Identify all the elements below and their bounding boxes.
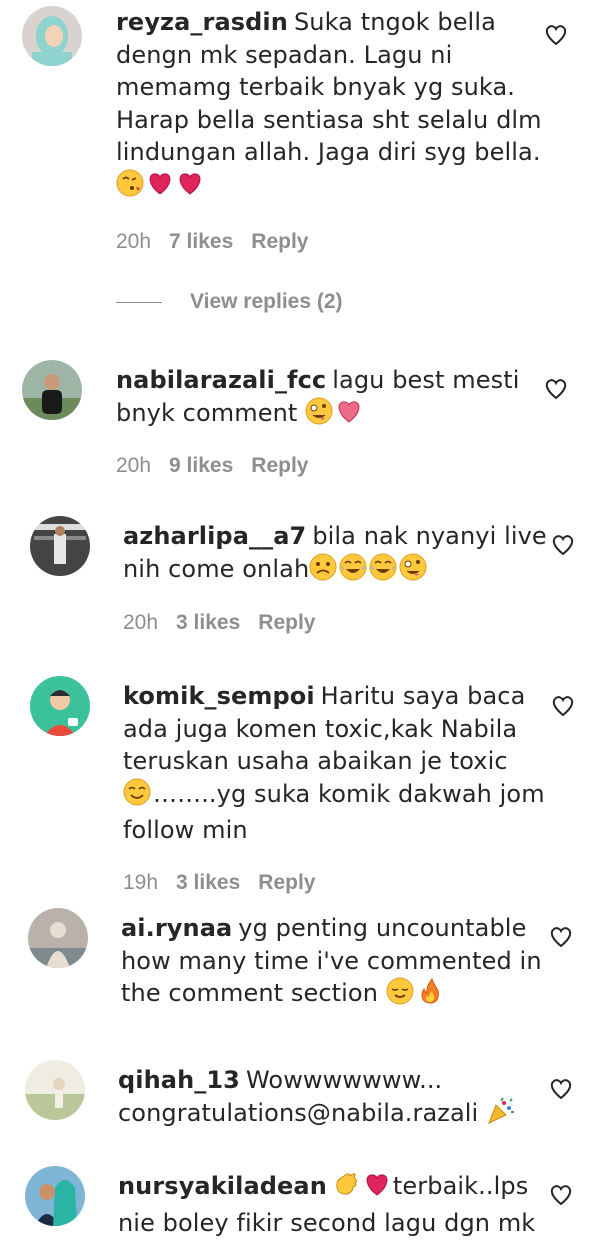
comment-text: follow min: [123, 816, 248, 844]
scroll-clip: [0, 1040, 613, 1048]
clapping-hands-emoji: [333, 1170, 361, 1207]
username[interactable]: nursyakiladean: [118, 1172, 327, 1200]
reply-button[interactable]: Reply: [258, 871, 315, 894]
likes-count[interactable]: 9 likes: [169, 454, 233, 477]
comment-text: ……..yg suka komik dakwah jom: [153, 779, 545, 808]
avatar[interactable]: [22, 6, 82, 66]
tears-of-joy-emoji: [339, 553, 367, 590]
party-popper-emoji: [486, 1096, 515, 1134]
comment-text: dengn mk sepadan. Lagu ni: [116, 40, 453, 69]
avatar-image: [22, 360, 82, 420]
avatar[interactable]: [28, 908, 88, 968]
comment-time: 20h: [116, 454, 152, 477]
like-heart-icon[interactable]: [548, 925, 574, 949]
avatar[interactable]: [25, 1060, 85, 1120]
like-heart-icon[interactable]: [550, 694, 576, 718]
comment-text: ada juga komen toxic,kak Nabila: [123, 714, 518, 743]
like-heart-icon[interactable]: [548, 1077, 574, 1101]
view-replies-button[interactable]: View replies (2): [116, 290, 343, 320]
avatar-image: [22, 6, 82, 66]
like-heart-icon[interactable]: [543, 23, 569, 47]
avatar[interactable]: [30, 516, 90, 576]
comment-text: terbaik..lps: [392, 1172, 529, 1200]
comment-text: teruskan usaha abaikan je toxic: [123, 747, 508, 775]
fire-emoji: [416, 977, 444, 1014]
username[interactable]: ai.rynaa: [121, 914, 232, 942]
comment-text: how many time i've commented in: [121, 946, 542, 975]
reply-button[interactable]: Reply: [251, 230, 308, 253]
like-heart-icon[interactable]: [548, 1183, 574, 1207]
zany-face-emoji: [305, 397, 333, 434]
comment-text: yg penting uncountable: [238, 914, 527, 942]
username[interactable]: nabilarazali_fcc: [116, 366, 326, 394]
comment-text: Wowwwwwww...: [245, 1066, 443, 1094]
avatar-image: [30, 676, 90, 736]
comment-text: lindungan allah. Jaga diri syg bella.: [116, 138, 541, 166]
avatar[interactable]: [22, 360, 82, 420]
likes-count[interactable]: 3 likes: [176, 871, 240, 894]
avatar-image: [25, 1166, 85, 1226]
username[interactable]: qihah_13: [118, 1066, 240, 1094]
comment-text: Suka tngok bella: [293, 8, 496, 36]
comment-text: memamg terbaik bnyak yg suka.: [116, 73, 516, 101]
red-heart-emoji: [146, 169, 174, 206]
view-replies-label: View replies (2): [190, 290, 343, 313]
comment-text: bnyk comment: [116, 398, 298, 427]
comment-text: bila nak nyanyi live: [312, 522, 547, 550]
likes-count[interactable]: 7 likes: [169, 230, 233, 253]
username[interactable]: azharlipa__a7: [123, 522, 306, 550]
comment-text: nie boley fikir second lagu dgn mk: [118, 1208, 536, 1237]
red-heart-emoji: [176, 169, 204, 206]
comment-text: nih come onlah: [123, 554, 310, 583]
comment-time: 20h: [123, 611, 159, 634]
sad-face-emoji: [309, 553, 337, 590]
username[interactable]: reyza_rasdin: [116, 8, 288, 36]
comment-text: Harap bella sentiasa sht selalu dlm: [116, 105, 542, 134]
smiling-face-emoji: [123, 778, 151, 815]
reply-button[interactable]: Reply: [258, 611, 315, 634]
comment-text: congratulations@nabila.razali: [118, 1098, 479, 1127]
like-heart-icon[interactable]: [550, 533, 576, 557]
divider: [116, 301, 162, 303]
avatar-image: [28, 908, 88, 968]
comment-text: the comment section: [121, 979, 379, 1007]
reply-button[interactable]: Reply: [251, 454, 308, 477]
likes-count[interactable]: 3 likes: [176, 611, 240, 634]
comment-time: 20h: [116, 230, 152, 253]
comment-text: lagu best mesti: [332, 366, 520, 394]
red-heart-emoji: [363, 1170, 391, 1207]
tears-of-joy-emoji: [369, 553, 397, 590]
kissing-face-emoji: [116, 169, 144, 206]
relieved-face-emoji: [386, 977, 414, 1014]
username[interactable]: komik_sempoi: [123, 682, 315, 710]
avatar-image: [30, 516, 90, 576]
avatar[interactable]: [30, 676, 90, 736]
heart-emoji: [335, 397, 363, 434]
like-heart-icon[interactable]: [543, 377, 569, 401]
avatar-image: [25, 1060, 85, 1120]
zany-face-emoji: [399, 553, 427, 590]
avatar[interactable]: [25, 1166, 85, 1226]
comment-time: 19h: [123, 871, 159, 894]
comment-text: Haritu saya baca: [320, 682, 526, 710]
